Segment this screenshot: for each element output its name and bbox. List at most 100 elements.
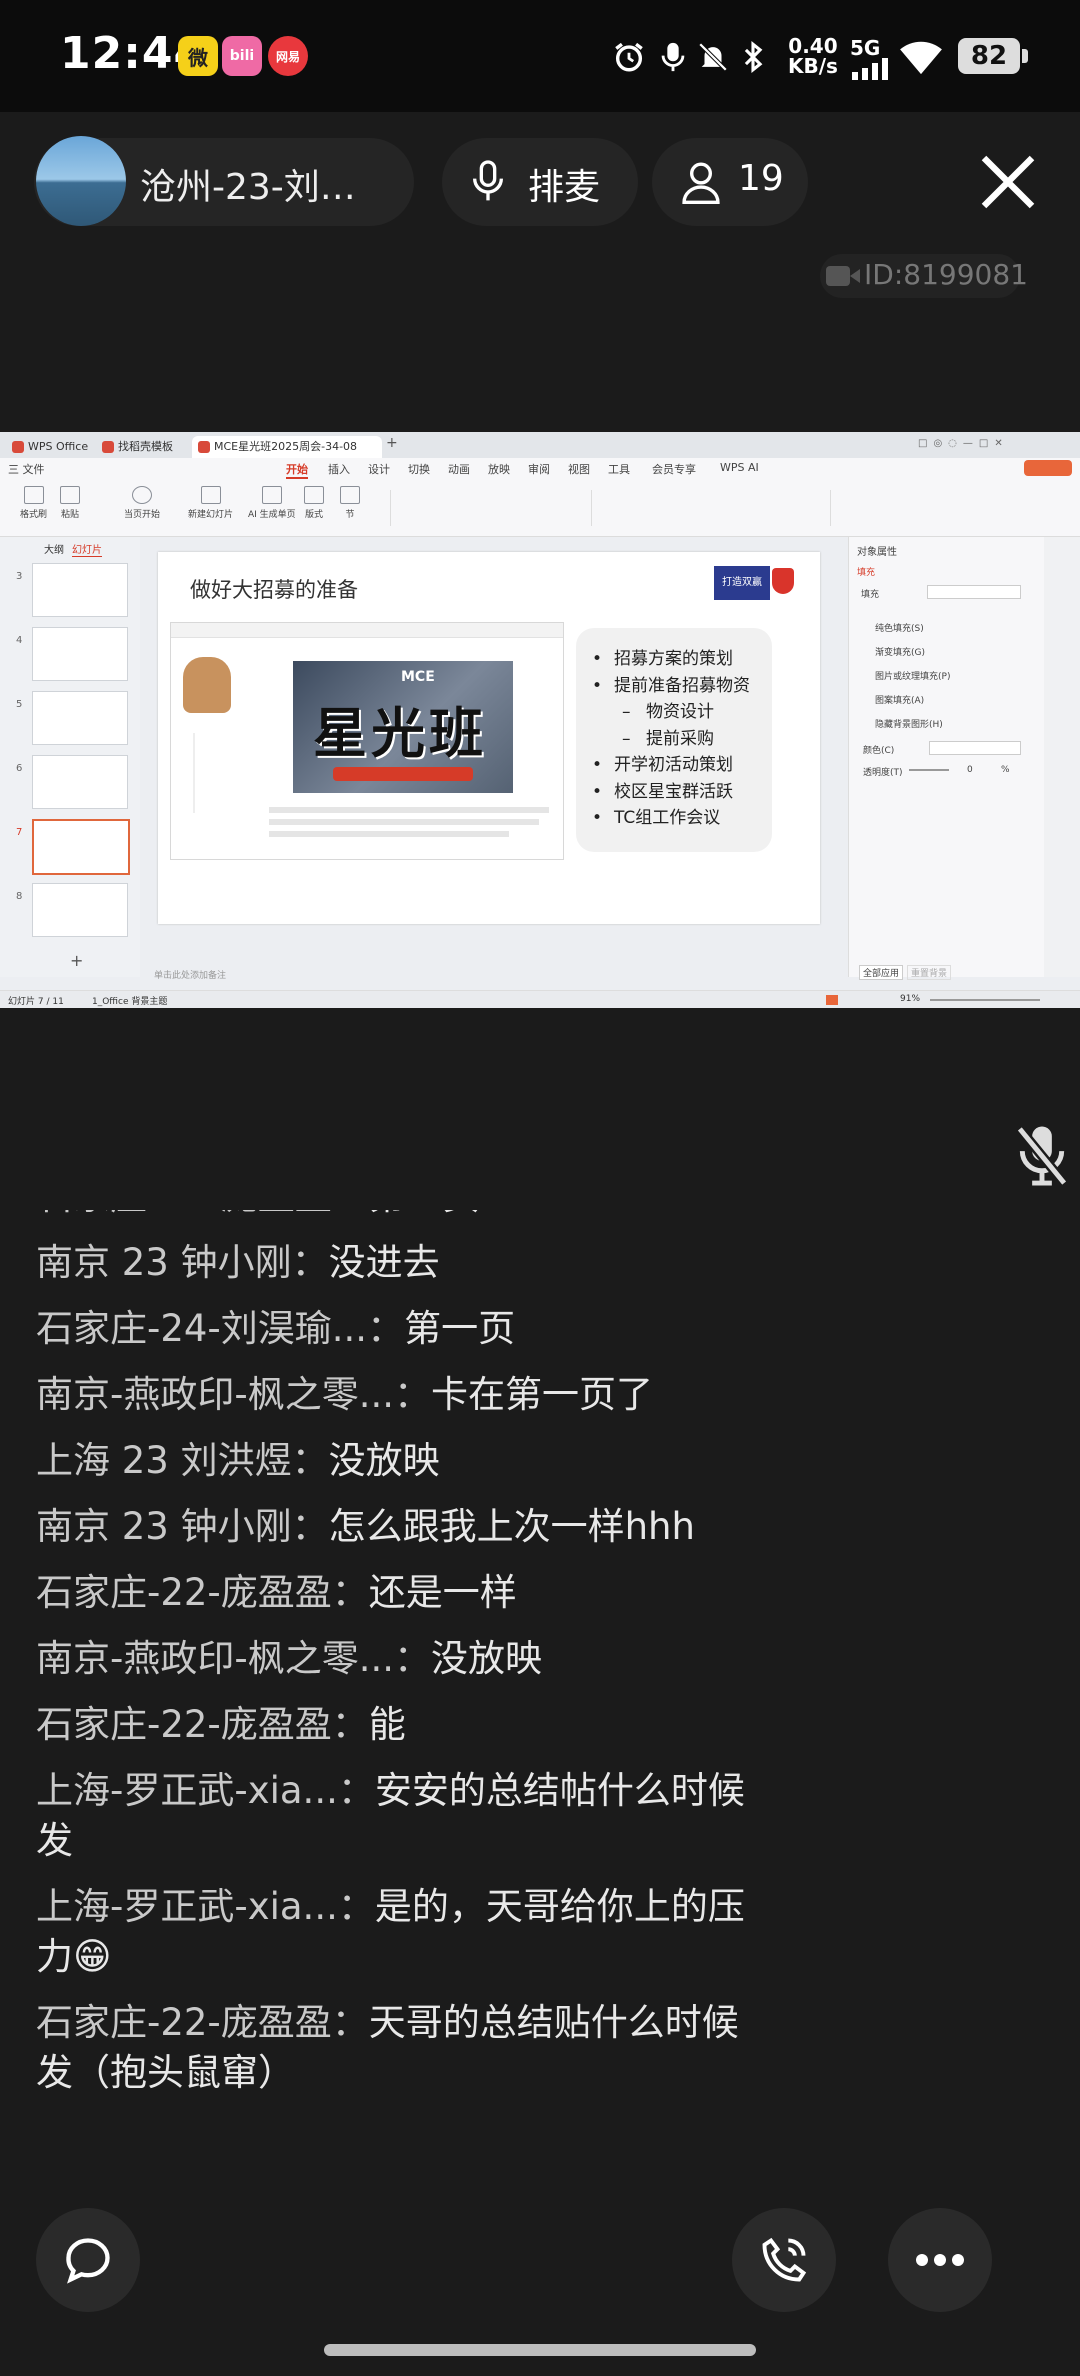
window-controls[interactable]: □◎◌—□✕ xyxy=(918,438,1009,449)
menu-animation[interactable]: 动画 xyxy=(448,461,470,477)
radio-pattern-fill[interactable]: 图案填充(A) xyxy=(875,693,924,706)
bullet-list: 招募方案的策划 提前准备招募物资 物资设计 提前采购 开学初活动策划 校区星宝群… xyxy=(592,646,750,832)
slide-thumbnail-3[interactable] xyxy=(32,563,128,617)
font-controls[interactable] xyxy=(390,490,592,526)
layout-icon xyxy=(304,486,324,504)
slide-number: 7 xyxy=(16,827,23,838)
menu-review[interactable]: 审阅 xyxy=(528,461,550,477)
props-title: 对象属性 xyxy=(857,547,897,558)
menu-wps-ai[interactable]: WPS AI xyxy=(720,461,759,474)
panel-tab-outline[interactable]: 大纲 xyxy=(44,541,64,556)
banner-image: MCE 星光班 xyxy=(293,661,513,793)
ribbon-section[interactable]: 节 xyxy=(340,486,360,520)
menu-insert[interactable]: 插入 xyxy=(328,461,350,477)
chat-list[interactable]: 石家庄-22-庞盈盈：第一页 南京 23 钟小刚：没进去 石家庄-24-刘淏瑜.… xyxy=(36,1210,756,2190)
slide-number: 6 xyxy=(16,763,23,774)
mic-muted-icon[interactable] xyxy=(1012,1124,1072,1188)
slide-title[interactable]: 做好大招募的准备 xyxy=(190,574,358,604)
ai-icon xyxy=(261,486,282,504)
menu-member[interactable]: 会员专享 xyxy=(652,461,696,477)
more-button[interactable] xyxy=(888,2208,992,2312)
menu-start[interactable]: 开始 xyxy=(286,461,308,479)
drawing-controls[interactable] xyxy=(846,490,1066,526)
radio-solid-fill[interactable]: 纯色填充(S) xyxy=(875,621,924,634)
reset-background-button[interactable]: 重置背景 xyxy=(907,965,952,980)
status-slide-count: 幻灯片 7 / 11 xyxy=(8,997,64,1007)
mic-icon xyxy=(661,42,685,72)
bullet-item: 招募方案的策划 xyxy=(592,646,750,673)
slideshow-icon[interactable] xyxy=(826,995,838,1005)
add-slide-icon[interactable]: + xyxy=(70,951,83,970)
paste-icon xyxy=(60,486,80,504)
slide-number: 3 xyxy=(16,571,23,582)
chat-message: 石家庄-22-庞盈盈：能 xyxy=(36,1703,406,1746)
new-slide-icon xyxy=(200,486,221,504)
home-indicator[interactable] xyxy=(324,2344,756,2356)
ribbon-format-painter[interactable]: 格式刷 xyxy=(20,486,47,520)
slide-logo: 打造双赢 xyxy=(714,566,770,600)
slide-thumbnail-panel: 大纲 幻灯片 3 4 5 6 7 8 + xyxy=(0,537,140,977)
shield-logo-icon xyxy=(772,568,794,594)
menu-view[interactable]: 视图 xyxy=(568,461,590,477)
slide-thumbnail-5[interactable] xyxy=(32,691,128,745)
bullet-item: 提前准备招募物资 xyxy=(592,673,750,700)
tab-wps-office[interactable]: WPS Office xyxy=(6,436,88,458)
format-painter-icon xyxy=(23,486,44,504)
menu-design[interactable]: 设计 xyxy=(368,461,390,477)
ribbon-start-current[interactable]: 当页开始 xyxy=(124,486,160,520)
banner-small-text: MCE xyxy=(401,669,435,685)
notes-placeholder[interactable]: 单击此处添加备注 xyxy=(154,968,226,981)
bear-avatar xyxy=(183,657,231,713)
embedded-webpage-image[interactable]: MCE 星光班 xyxy=(170,622,564,860)
chat-message: 南京 23 钟小刚：怎么跟我上次一样hhh xyxy=(36,1505,695,1548)
radio-gradient-fill[interactable]: 渐变填充(G) xyxy=(875,645,925,658)
menu-tools[interactable]: 工具 xyxy=(608,461,630,477)
banner-red-ribbon xyxy=(333,767,473,781)
color-dropdown[interactable] xyxy=(929,741,1021,755)
tab-document[interactable]: MCE星光班2025周会-34-08 xyxy=(192,436,382,458)
right-tool-strip[interactable] xyxy=(1044,537,1080,977)
close-icon[interactable] xyxy=(976,150,1040,214)
menu-transition[interactable]: 切换 xyxy=(408,461,430,477)
wifi-icon xyxy=(900,41,942,75)
webpage-text-line xyxy=(269,807,549,813)
share-button[interactable] xyxy=(1024,460,1072,476)
opacity-value[interactable]: 0 xyxy=(967,765,973,775)
video-camera-icon xyxy=(826,266,860,286)
bullet-subitem: 物资设计 xyxy=(592,699,750,726)
host-avatar[interactable] xyxy=(36,136,126,226)
bluetooth-icon xyxy=(744,41,763,73)
new-tab-icon[interactable]: + xyxy=(386,435,398,451)
zoom-slider[interactable] xyxy=(930,999,1040,1001)
slide-thumbnail-8[interactable] xyxy=(32,883,128,937)
bullet-item: 开学初活动策划 xyxy=(592,752,750,779)
apply-all-button[interactable]: 全部应用 xyxy=(859,965,904,980)
ribbon-layout[interactable]: 版式 xyxy=(304,486,324,520)
ribbon-new-slide[interactable]: 新建幻灯片 xyxy=(188,486,233,520)
props-tab-fill[interactable]: 填充 xyxy=(857,565,875,578)
panel-tab-slides[interactable]: 幻灯片 xyxy=(72,541,102,557)
call-button[interactable] xyxy=(732,2208,836,2312)
chat-message: 石家庄-24-刘淏瑜...：第一页 xyxy=(36,1307,516,1350)
slide-thumbnail-4[interactable] xyxy=(32,627,128,681)
section-icon xyxy=(340,486,360,504)
shared-screen[interactable]: WPS Office 找稻壳模板 MCE星光班2025周会-34-08 + □◎… xyxy=(0,432,1080,1008)
slide-thumbnail-6[interactable] xyxy=(32,755,128,809)
paragraph-controls[interactable] xyxy=(600,490,831,526)
fill-dropdown[interactable] xyxy=(927,585,1021,599)
slide-thumbnail-7[interactable] xyxy=(32,819,130,875)
status-zoom: 91% xyxy=(900,994,921,1004)
participants-button[interactable] xyxy=(652,138,808,226)
chat-message: 南京-燕政印-枫之零...：卡在第一页了 xyxy=(36,1373,653,1416)
menu-slideshow[interactable]: 放映 xyxy=(488,461,510,477)
tab-template[interactable]: 找稻壳模板 xyxy=(96,436,173,458)
chat-message: 石家庄-22-庞盈盈：第一页 xyxy=(36,1210,756,1222)
radio-picture-fill[interactable]: 图片或纹理填充(P) xyxy=(875,669,950,682)
checkbox-hide-bg[interactable]: 隐藏背景图形(H) xyxy=(875,717,943,730)
opacity-slider[interactable] xyxy=(909,769,949,771)
alarm-icon xyxy=(615,42,643,72)
ribbon-ai-generate[interactable]: AI 生成单页 xyxy=(248,486,296,520)
ribbon-paste[interactable]: 粘贴 xyxy=(60,486,80,520)
chat-button[interactable] xyxy=(36,2208,140,2312)
menu-file[interactable]: 三 文件 xyxy=(8,461,45,477)
